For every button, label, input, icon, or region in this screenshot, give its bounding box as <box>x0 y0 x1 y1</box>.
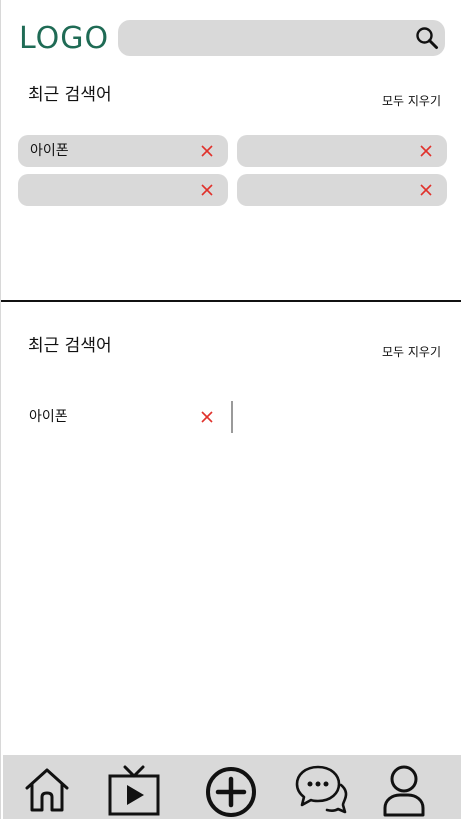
close-icon <box>201 184 213 196</box>
remove-chip-button[interactable] <box>417 181 435 199</box>
search-button[interactable] <box>413 24 441 52</box>
close-icon <box>420 184 432 196</box>
clear-all-button[interactable]: 모두 지우기 <box>382 344 441 360</box>
chip-label: 아이폰 <box>30 143 69 159</box>
remove-chip-button[interactable] <box>198 142 216 160</box>
nav-profile[interactable] <box>376 761 432 819</box>
recent-search-chip[interactable] <box>237 174 447 206</box>
clear-all-button[interactable]: 모두 지우기 <box>382 93 441 109</box>
nav-video[interactable] <box>106 761 162 819</box>
search-input[interactable] <box>130 26 414 52</box>
section-divider <box>1 300 461 302</box>
search-bar[interactable] <box>118 20 445 56</box>
remove-chip-button[interactable] <box>198 181 216 199</box>
close-icon <box>420 145 432 157</box>
app-screen: LOGO 최근 검색어 모두 지우기 아이폰 최근 검색어 모두 지우기 아이폰 <box>0 0 461 819</box>
close-icon <box>201 411 213 423</box>
nav-add[interactable] <box>203 761 259 819</box>
home-icon <box>25 768 69 812</box>
nav-chat[interactable] <box>294 761 350 819</box>
nav-home[interactable] <box>19 761 75 819</box>
item-separator <box>231 401 233 433</box>
remove-item-button[interactable] <box>198 408 216 426</box>
remove-chip-button[interactable] <box>417 142 435 160</box>
recent-searches-title: 최근 검색어 <box>28 336 112 356</box>
tv-play-icon <box>108 765 160 816</box>
recent-search-chip[interactable] <box>237 135 447 167</box>
logo[interactable]: LOGO <box>19 20 109 58</box>
add-circle-icon <box>206 767 256 817</box>
close-icon <box>201 145 213 157</box>
user-icon <box>383 765 425 817</box>
search-icon <box>416 27 438 49</box>
recent-search-chip[interactable] <box>18 174 228 206</box>
recent-searches-title: 최근 검색어 <box>28 85 112 105</box>
chat-icon <box>295 765 348 814</box>
recent-search-label: 아이폰 <box>29 409 68 425</box>
bottom-nav <box>3 755 461 819</box>
recent-search-chip[interactable]: 아이폰 <box>18 135 228 167</box>
recent-search-item[interactable]: 아이폰 <box>18 401 233 433</box>
